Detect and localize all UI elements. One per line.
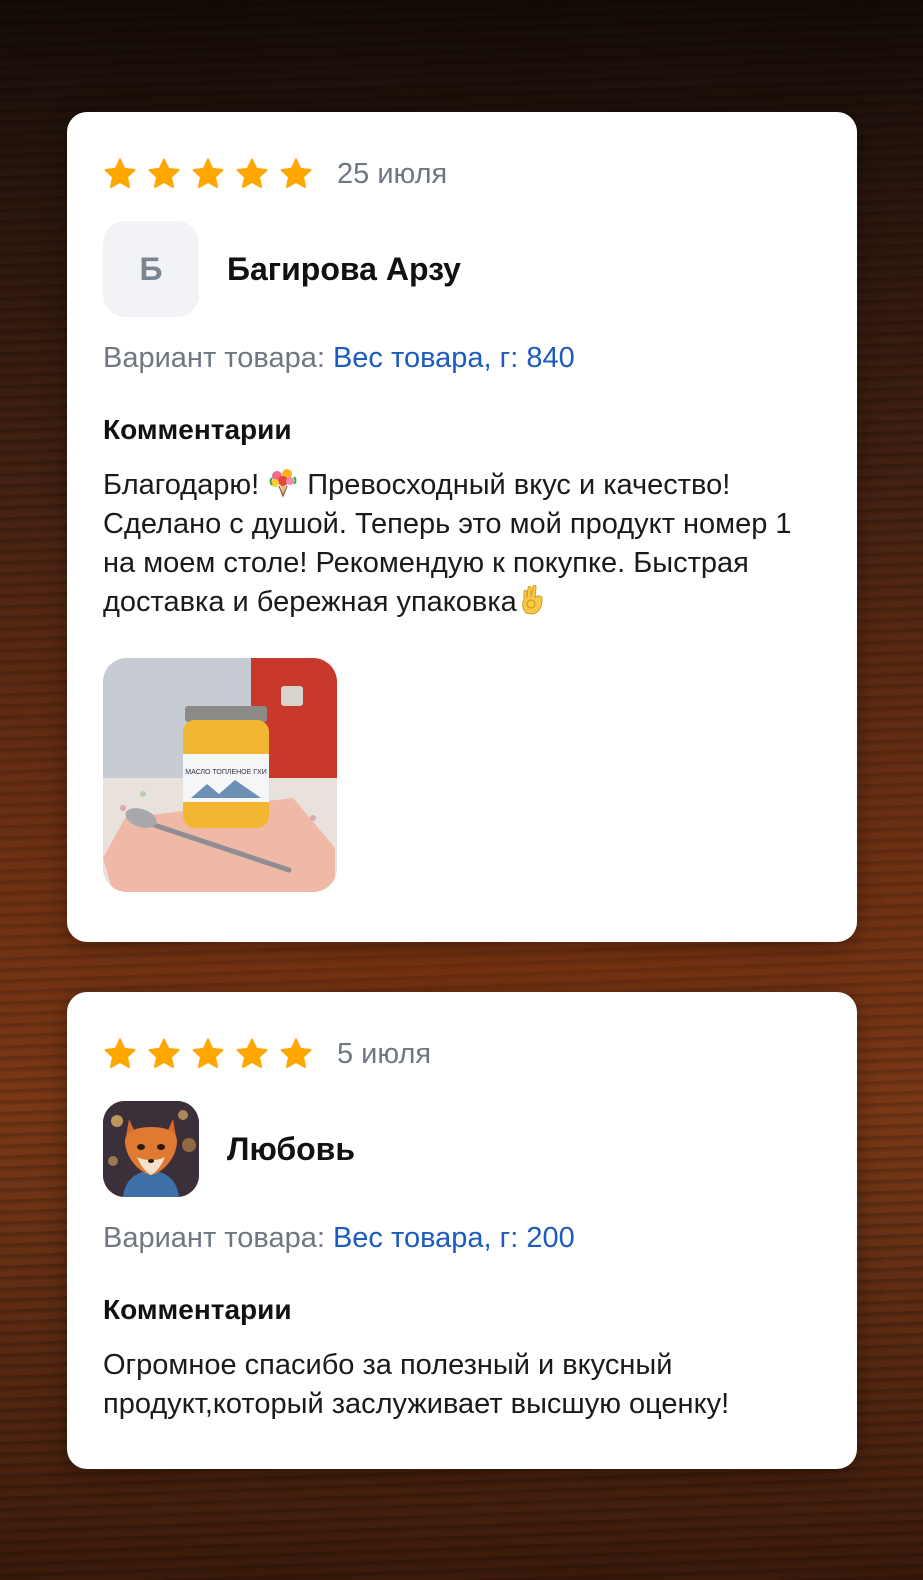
variant-value[interactable]: Вес товара, г: 200 (333, 1222, 575, 1254)
comment-text-part: Благодарю! (103, 469, 268, 501)
star-icon (147, 1037, 181, 1071)
review-date: 5 июля (337, 1037, 432, 1070)
ok-hand-icon (517, 583, 549, 615)
author-name[interactable]: Любовь (227, 1131, 355, 1168)
star-icon (235, 157, 269, 191)
comments-heading: Комментарии (103, 414, 292, 445)
bouquet-icon (267, 466, 299, 498)
rating-row: 5 июля (103, 1034, 821, 1074)
star-rating (103, 157, 323, 191)
comments-heading: Комментарии (103, 1294, 292, 1325)
rating-row: 25 июля (103, 154, 821, 194)
star-icon (191, 1037, 225, 1071)
star-rating (103, 1037, 323, 1071)
review-photo[interactable]: МАСЛО ТОПЛЕНОЕ ГХИ (103, 658, 337, 892)
fox-avatar-icon (103, 1101, 199, 1197)
review-card: 5 июля Любовь Вариант товара: Вес товара… (67, 992, 857, 1469)
author-row: Любовь (103, 1100, 821, 1198)
review-date: 25 июля (337, 157, 448, 190)
star-icon (103, 157, 137, 191)
variant-label: Вариант товара: (103, 1222, 325, 1254)
review-card: 25 июля Б Багирова Арзу Вариант товара: … (67, 112, 857, 942)
star-icon (191, 157, 225, 191)
avatar[interactable] (103, 1101, 199, 1197)
author-row: Б Багирова Арзу (103, 220, 821, 318)
star-icon (235, 1037, 269, 1071)
star-icon (279, 1037, 313, 1071)
variant-label: Вариант товара: (103, 342, 325, 374)
star-icon (103, 1037, 137, 1071)
product-variant: Вариант товара: Вес товара, г: 200 (103, 1220, 821, 1256)
author-name[interactable]: Багирова Арзу (227, 251, 461, 288)
product-variant: Вариант товара: Вес товара, г: 840 (103, 340, 821, 376)
variant-value[interactable]: Вес товара, г: 840 (333, 342, 575, 374)
comment-text: Огромное спасибо за полезный и вкусный п… (103, 1349, 730, 1420)
star-icon (147, 157, 181, 191)
star-icon (279, 157, 313, 191)
svg-text:МАСЛО ТОПЛЕНОЕ ГХИ: МАСЛО ТОПЛЕНОЕ ГХИ (185, 769, 266, 776)
avatar[interactable]: Б (103, 221, 199, 317)
comment-text: Благодарю! Превосходный вкус и качество!… (103, 466, 821, 622)
ghee-jar-photo-icon: МАСЛО ТОПЛЕНОЕ ГХИ (103, 658, 337, 892)
